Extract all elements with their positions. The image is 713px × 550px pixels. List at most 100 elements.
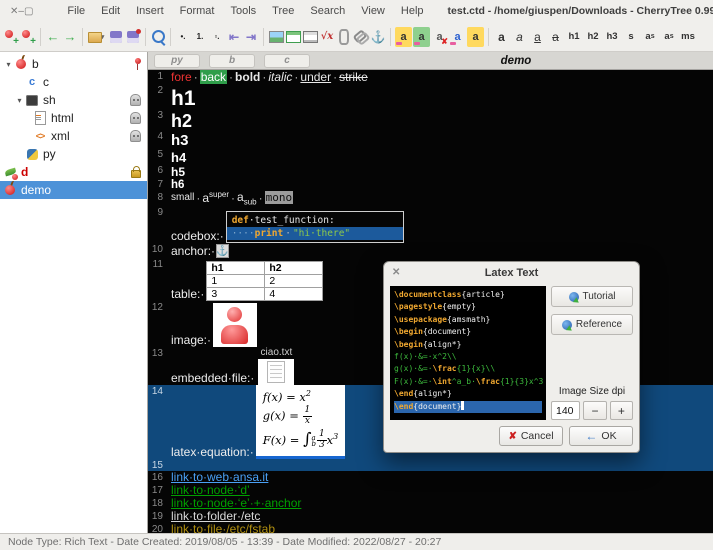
bullet-list-icon[interactable]: •. (175, 27, 191, 47)
tree-item-c[interactable]: cc (0, 73, 147, 91)
insert-table-icon[interactable] (285, 27, 301, 47)
superscript-sample: asuper (202, 190, 229, 205)
maximize-window-button[interactable]: ▢ (24, 6, 33, 17)
tree-item-sh[interactable]: ▾sh (0, 91, 147, 109)
codebox[interactable]: def·test_function: ····print·"hi·there" (226, 211, 404, 243)
text-style-icon[interactable]: a (449, 27, 466, 47)
monospace-text: mono (265, 191, 294, 204)
clear-format-icon[interactable]: a (431, 27, 448, 47)
menu-view[interactable]: View (353, 5, 393, 17)
expander-icon[interactable]: ▾ (14, 96, 25, 105)
tutorial-button[interactable]: Tutorial (551, 286, 633, 307)
reference-button[interactable]: Reference (551, 314, 633, 335)
menu-tools[interactable]: Tools (222, 5, 264, 17)
line-number: 20 (148, 523, 167, 533)
add-node-icon[interactable] (3, 27, 19, 47)
dpi-decrease-button[interactable]: − (583, 401, 606, 420)
table-row: 34 (207, 288, 323, 301)
tree-item-py[interactable]: py (0, 145, 147, 163)
latex-preview[interactable]: f(x) = x2 g(x) = 1x F(x) = ∫ab13x3 (256, 385, 346, 459)
h2-icon[interactable]: h2 (584, 27, 602, 47)
latex-code-line: \begin{align*} (394, 339, 542, 351)
dpi-increase-button[interactable]: + (610, 401, 633, 420)
editor-line: 3 h2 (148, 109, 713, 130)
link-folder-etc[interactable]: link·to·folder·/etc (171, 509, 260, 523)
fg-color-icon[interactable]: a (395, 27, 412, 47)
subscript-icon[interactable]: as (660, 27, 678, 47)
line-number: 6 (148, 164, 167, 178)
save-icon[interactable] (108, 27, 124, 47)
close-window-button[interactable]: ✕ (10, 6, 18, 17)
menu-edit[interactable]: Edit (93, 5, 128, 17)
add-subnode-icon[interactable] (20, 27, 36, 47)
status-bar: Node Type: Rich Text - Date Created: 201… (0, 533, 713, 550)
status-text: Node Type: Rich Text - Date Created: 201… (8, 536, 441, 548)
insert-latex-icon[interactable]: √x (319, 27, 335, 47)
menu-tree[interactable]: Tree (264, 5, 302, 17)
recent-node-button-py[interactable]: py (154, 54, 200, 68)
attach-file-icon[interactable] (336, 27, 352, 47)
h3-icon[interactable]: h3 (603, 27, 621, 47)
find-node-icon[interactable] (150, 27, 166, 47)
insert-anchor-icon[interactable]: ⚓ (370, 27, 386, 47)
underline-text: under (300, 70, 331, 84)
toolbar-separator (82, 28, 83, 46)
monospace-icon[interactable]: ms (679, 27, 697, 47)
tree-item-demo[interactable]: demo (0, 181, 147, 199)
expander-icon[interactable]: ▾ (3, 60, 14, 69)
cancel-button[interactable]: ✘Cancel (499, 426, 563, 446)
link-web[interactable]: link·to·web·ansa.it (171, 470, 268, 484)
line-number: 4 (148, 130, 167, 148)
go-back-icon[interactable]: ← (45, 27, 61, 47)
bold-icon[interactable]: a (493, 27, 510, 47)
highlight-icon[interactable]: a (467, 27, 484, 47)
numbered-list-icon[interactable]: 1. (192, 27, 208, 47)
embedded-file[interactable]: ciao.txt (258, 347, 294, 385)
tree-item-label: py (43, 147, 56, 161)
h1-icon[interactable]: h1 (565, 27, 583, 47)
link-node-e-anchor[interactable]: link·to·node·‘e’·+·anchor (171, 496, 301, 510)
go-forward-icon[interactable]: → (62, 27, 78, 47)
tree-item-html[interactable]: html (0, 109, 147, 127)
tree-item-b[interactable]: ▾b (0, 55, 147, 73)
insert-image-icon[interactable] (268, 27, 284, 47)
ok-button[interactable]: ←OK (569, 426, 633, 446)
dpi-value-field[interactable]: 140 (551, 401, 580, 420)
bg-color-icon[interactable]: a (413, 27, 430, 47)
tree-item-d[interactable]: d (0, 163, 147, 181)
menu-search[interactable]: Search (302, 5, 353, 17)
tree-panel[interactable]: ▾bcc▾shhtml<>xml py ddemo (0, 52, 148, 533)
dialog-close-icon[interactable]: ✕ (392, 267, 400, 278)
recent-node-button-b[interactable]: b (209, 54, 255, 68)
menu-insert[interactable]: Insert (128, 5, 172, 17)
c-node-icon: c (25, 75, 39, 89)
toolbar-separator (170, 28, 171, 46)
italic-icon[interactable]: a (511, 27, 528, 47)
todo-list-icon[interactable]: ▫. (209, 27, 225, 47)
small-icon[interactable]: s (622, 27, 640, 47)
embedded-table[interactable]: h1h2 1234 (206, 261, 323, 301)
indent-left-icon[interactable]: ⇤ (226, 27, 242, 47)
link-node-d[interactable]: link·to·node·‘d’ (171, 483, 250, 497)
tree-item-xml[interactable]: <>xml (0, 127, 147, 145)
strikethrough-icon[interactable]: a (547, 27, 564, 47)
recent-node-button-c[interactable]: c (264, 54, 310, 68)
leaf-node-icon (3, 165, 17, 179)
table-label: table:· (171, 287, 204, 301)
editor-line: 2 h1 (148, 84, 713, 109)
insert-codebox-icon[interactable] (302, 27, 318, 47)
menu-help[interactable]: Help (393, 5, 432, 17)
open-file-icon[interactable]: ▾ (87, 27, 107, 47)
latex-code-area[interactable]: \documentclass{article}\pagestyle{empty}… (390, 286, 546, 420)
menu-format[interactable]: Format (172, 5, 223, 17)
menu-file[interactable]: File (59, 5, 93, 17)
superscript-icon[interactable]: as (641, 27, 659, 47)
save-as-icon[interactable] (125, 27, 141, 47)
embedded-image[interactable] (213, 303, 257, 347)
image-label: image:· (171, 333, 211, 347)
insert-link-icon[interactable] (353, 27, 369, 47)
link-file-fstab[interactable]: link·to·file·/etc/fstab (171, 522, 275, 533)
indent-right-icon[interactable]: ⇥ (243, 27, 259, 47)
anchor-icon[interactable]: ⚓ (216, 244, 229, 258)
underline-icon[interactable]: a (529, 27, 546, 47)
